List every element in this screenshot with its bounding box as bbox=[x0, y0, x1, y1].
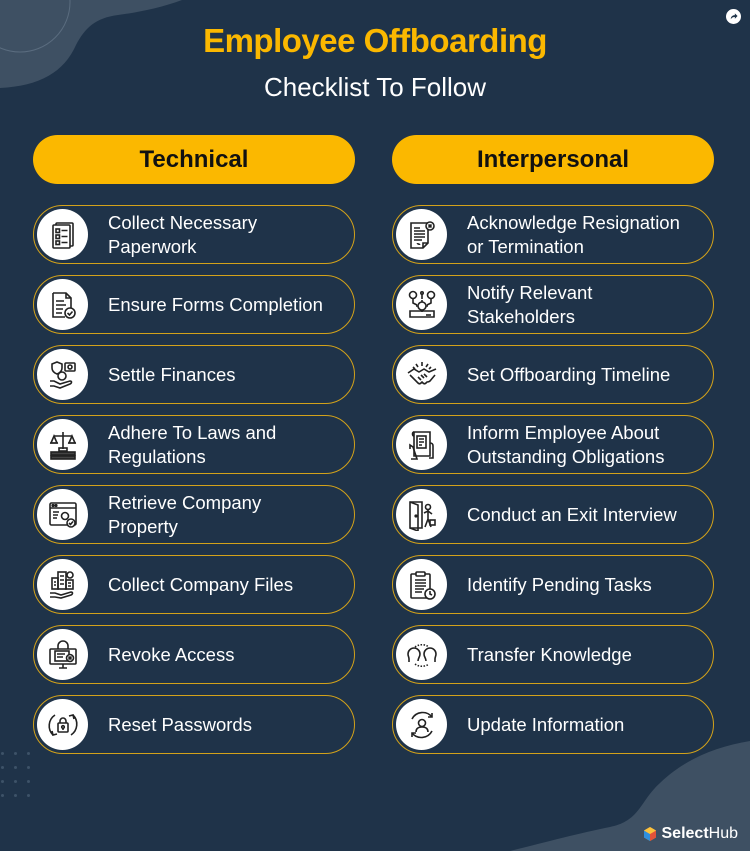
interpersonal-header: Interpersonal bbox=[392, 135, 714, 184]
user-refresh-icon bbox=[410, 711, 433, 738]
locked-computer-icon bbox=[48, 639, 77, 669]
checklist-item: Reset Passwords bbox=[33, 695, 355, 754]
checklist-item: Acknowledge Resignation or Termination bbox=[392, 205, 714, 264]
selecthub-logo: SelectHub bbox=[642, 825, 739, 843]
exit-door-person-icon bbox=[408, 500, 436, 531]
item-label: Transfer Knowledge bbox=[467, 643, 632, 665]
item-label: Set Offboarding Timeline bbox=[467, 363, 671, 385]
checklist-item: Retrieve Company Property bbox=[33, 485, 355, 544]
checklist-item: Adhere To Laws and Regulations bbox=[33, 415, 355, 474]
item-label: Collect Company Files bbox=[108, 573, 294, 595]
stakeholders-gear-icon bbox=[408, 290, 435, 318]
heads-exchange-icon bbox=[406, 643, 437, 667]
item-label: Conduct an Exit Interview bbox=[467, 503, 677, 525]
item-label: Revoke Access bbox=[108, 643, 235, 665]
item-label: Identify Pending Tasks bbox=[467, 573, 652, 595]
checklist-item: Identify Pending Tasks bbox=[392, 555, 714, 614]
lock-refresh-icon bbox=[47, 713, 78, 736]
clipboard-clock-icon bbox=[409, 570, 436, 600]
item-label: Ensure Forms Completion bbox=[108, 293, 323, 315]
technical-header: Technical bbox=[33, 135, 355, 184]
item-label: Update Information bbox=[467, 713, 625, 735]
page-subtitle: Checklist To Follow bbox=[263, 72, 487, 102]
paperwork-checklist-icon bbox=[51, 221, 74, 249]
item-label: Settle Finances bbox=[108, 363, 236, 385]
checklist-item: Set Offboarding Timeline bbox=[392, 345, 714, 404]
buildings-hand-icon bbox=[49, 570, 74, 599]
checklist-item: Inform Employee About Outstanding Obliga… bbox=[392, 415, 714, 474]
checklist-item: Transfer Knowledge bbox=[392, 625, 714, 684]
checklist-item: Ensure Forms Completion bbox=[33, 275, 355, 334]
item-label: Inform Employee About Outstanding Obliga… bbox=[467, 421, 665, 467]
checklist-item: Notify Relevant Stakeholders bbox=[392, 275, 714, 334]
document-cancel-icon bbox=[409, 220, 435, 249]
checklist-item: Collect Necessary Paperwork bbox=[33, 205, 355, 264]
selecthub-cube-icon bbox=[643, 827, 656, 841]
item-label: Reset Passwords bbox=[108, 713, 252, 735]
selecthub-wordmark: SelectHub bbox=[661, 825, 739, 842]
interpersonal-column: Interpersonal Acknowledge Resignation or… bbox=[392, 135, 714, 754]
checklist-item: Collect Company Files bbox=[33, 555, 355, 614]
checklist-item: Revoke Access bbox=[33, 625, 355, 684]
share-arrow-icon bbox=[730, 13, 738, 20]
item-label: Adhere To Laws and Regulations bbox=[108, 421, 277, 467]
browser-gear-icon bbox=[48, 501, 77, 528]
scales-of-justice-icon bbox=[49, 431, 76, 460]
item-label: Collect Necessary Paperwork bbox=[108, 211, 258, 257]
technical-column: Technical Collect Necessary Paperwork En… bbox=[33, 135, 355, 754]
decorative-dots bbox=[0, 752, 34, 800]
checklist-item: Settle Finances bbox=[33, 345, 355, 404]
item-label: Notify Relevant Stakeholders bbox=[467, 281, 593, 327]
money-hand-icon bbox=[49, 360, 76, 389]
obligation-notice-icon bbox=[408, 430, 434, 460]
checklist-item: Conduct an Exit Interview bbox=[392, 485, 714, 544]
item-label: Acknowledge Resignation or Termination bbox=[467, 211, 680, 257]
form-check-icon bbox=[51, 291, 76, 319]
item-label: Retrieve Company Property bbox=[108, 491, 262, 537]
checklist-item: Update Information bbox=[392, 695, 714, 754]
handshake-icon bbox=[407, 361, 436, 385]
page-title: Employee Offboarding bbox=[203, 22, 547, 59]
